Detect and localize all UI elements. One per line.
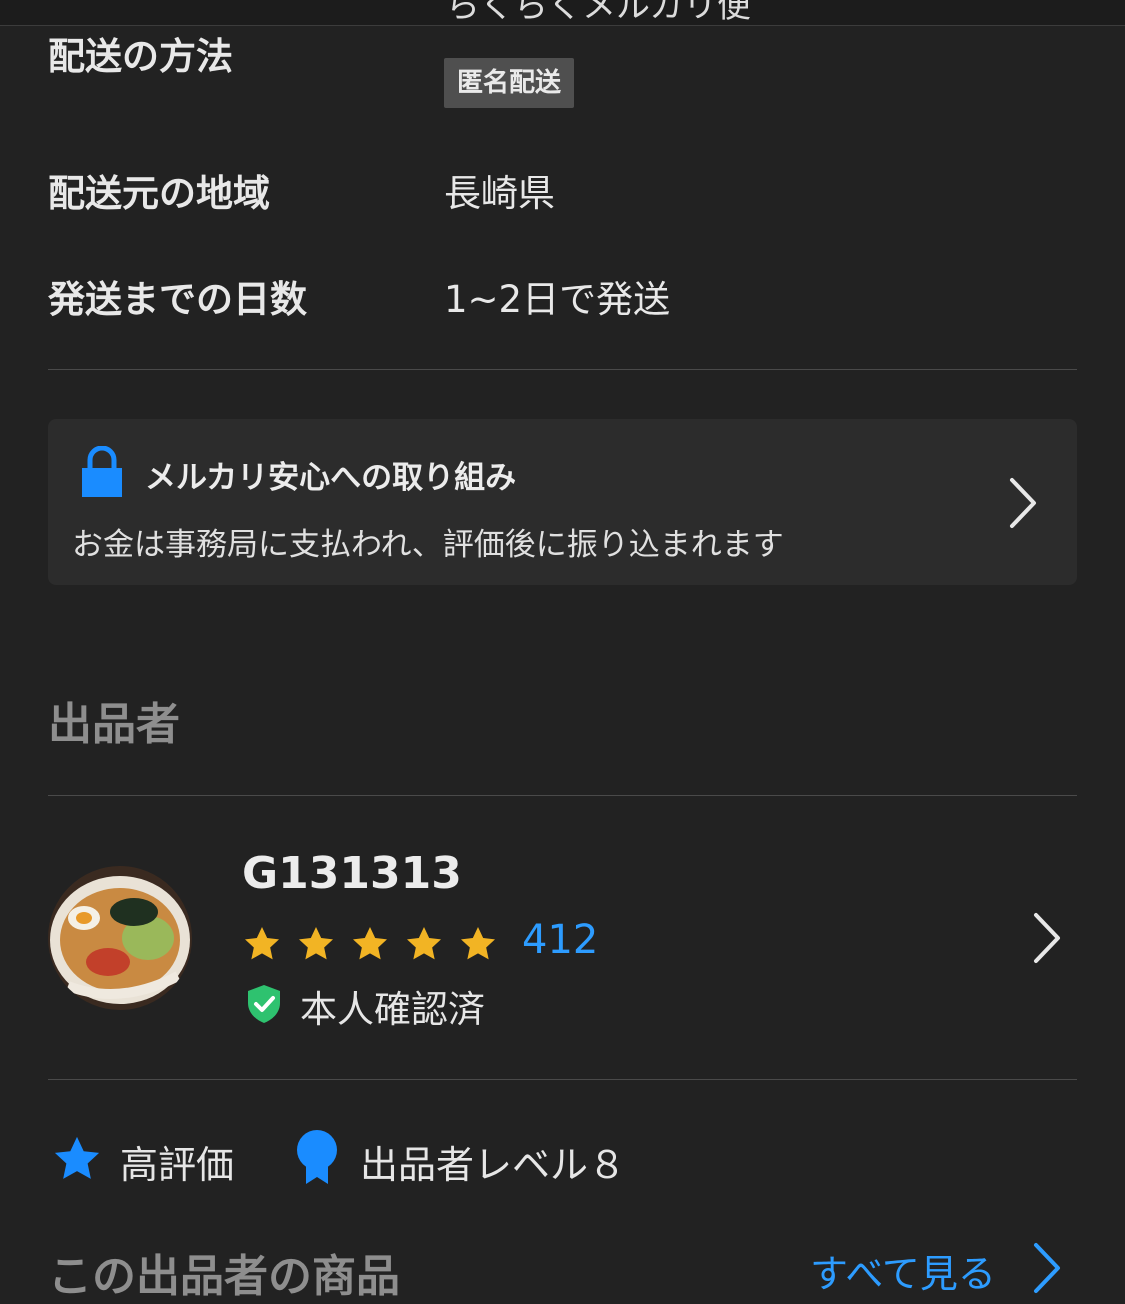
divider	[48, 795, 1077, 796]
rating-star-icon	[407, 927, 441, 960]
rating-star-icon	[461, 927, 495, 960]
shipping-method-label: 配送の方法	[48, 35, 233, 78]
rating-star-icon	[299, 927, 333, 960]
cutoff-shipping-method-name: らくらくメルカリ便	[446, 0, 751, 26]
shipping-days-label: 発送までの日数	[48, 278, 307, 321]
star-icon	[54, 1136, 100, 1179]
rating-star-icon	[353, 927, 387, 960]
chevron-right-icon	[1034, 913, 1060, 963]
shipping-origin-label: 配送元の地域	[48, 172, 270, 215]
shipping-days-value: 1~2日で発送	[444, 278, 671, 321]
top-header-bar: らくらくメルカリ便	[0, 0, 1125, 26]
rating-star-icon	[245, 927, 279, 960]
seller-name: G131313	[242, 848, 462, 899]
medal-icon	[297, 1130, 337, 1184]
divider	[48, 1079, 1077, 1080]
verified-label: 本人確認済	[300, 988, 485, 1031]
chevron-right-icon	[1010, 478, 1036, 528]
seller-avatar	[48, 866, 192, 1010]
safety-card-title: メルカリ安心への取り組み	[145, 460, 517, 496]
shipping-origin-value: 長崎県	[444, 172, 555, 215]
chevron-right-icon[interactable]	[1032, 1242, 1062, 1294]
verified-shield-icon	[248, 985, 280, 1023]
rating-count: 412	[522, 917, 599, 963]
seller-section-heading: 出品者	[48, 699, 180, 750]
anonymous-shipping-badge: 匿名配送	[444, 58, 575, 108]
divider	[48, 369, 1077, 370]
lock-icon	[82, 446, 122, 497]
high-rating-badge-label: 高評価	[120, 1143, 235, 1187]
see-all-link[interactable]: すべて見る	[810, 1243, 996, 1298]
seller-products-heading: この出品者の商品	[48, 1251, 400, 1302]
safety-card-description: お金は事務局に支払われ、評価後に振り込まれます	[72, 527, 784, 563]
seller-level-badge-label: 出品者レベル８	[360, 1143, 627, 1187]
